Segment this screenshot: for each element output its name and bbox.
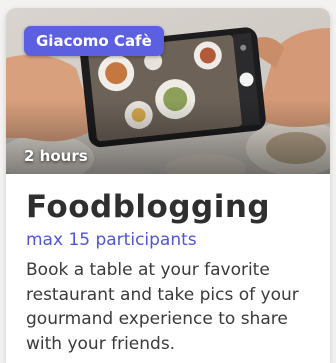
card-body: Foodblogging max 15 participants Book a … xyxy=(6,174,330,356)
hero-photo: Giacomo Cafè 2 hours xyxy=(6,8,330,174)
participants-limit: max 15 participants xyxy=(26,230,197,250)
experience-card[interactable]: Giacomo Cafè 2 hours Foodblogging max 15… xyxy=(6,8,330,363)
card-title[interactable]: Foodblogging xyxy=(26,188,310,226)
duration-label: 2 hours xyxy=(24,147,88,165)
card-description: Book a table at your favorite restaurant… xyxy=(26,260,299,354)
venue-badge[interactable]: Giacomo Cafè xyxy=(24,26,164,56)
